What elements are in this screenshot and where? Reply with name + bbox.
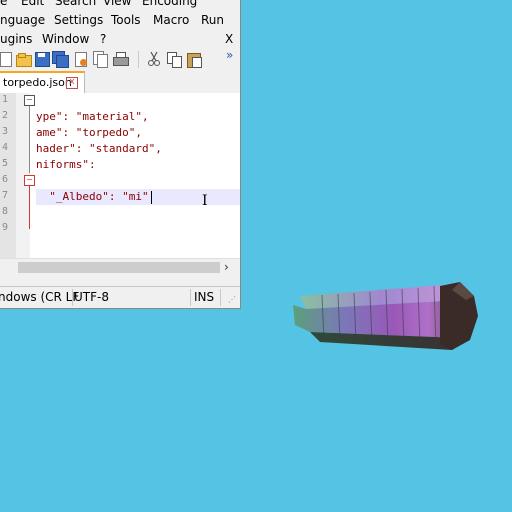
torpedo-3d-model bbox=[293, 282, 478, 350]
